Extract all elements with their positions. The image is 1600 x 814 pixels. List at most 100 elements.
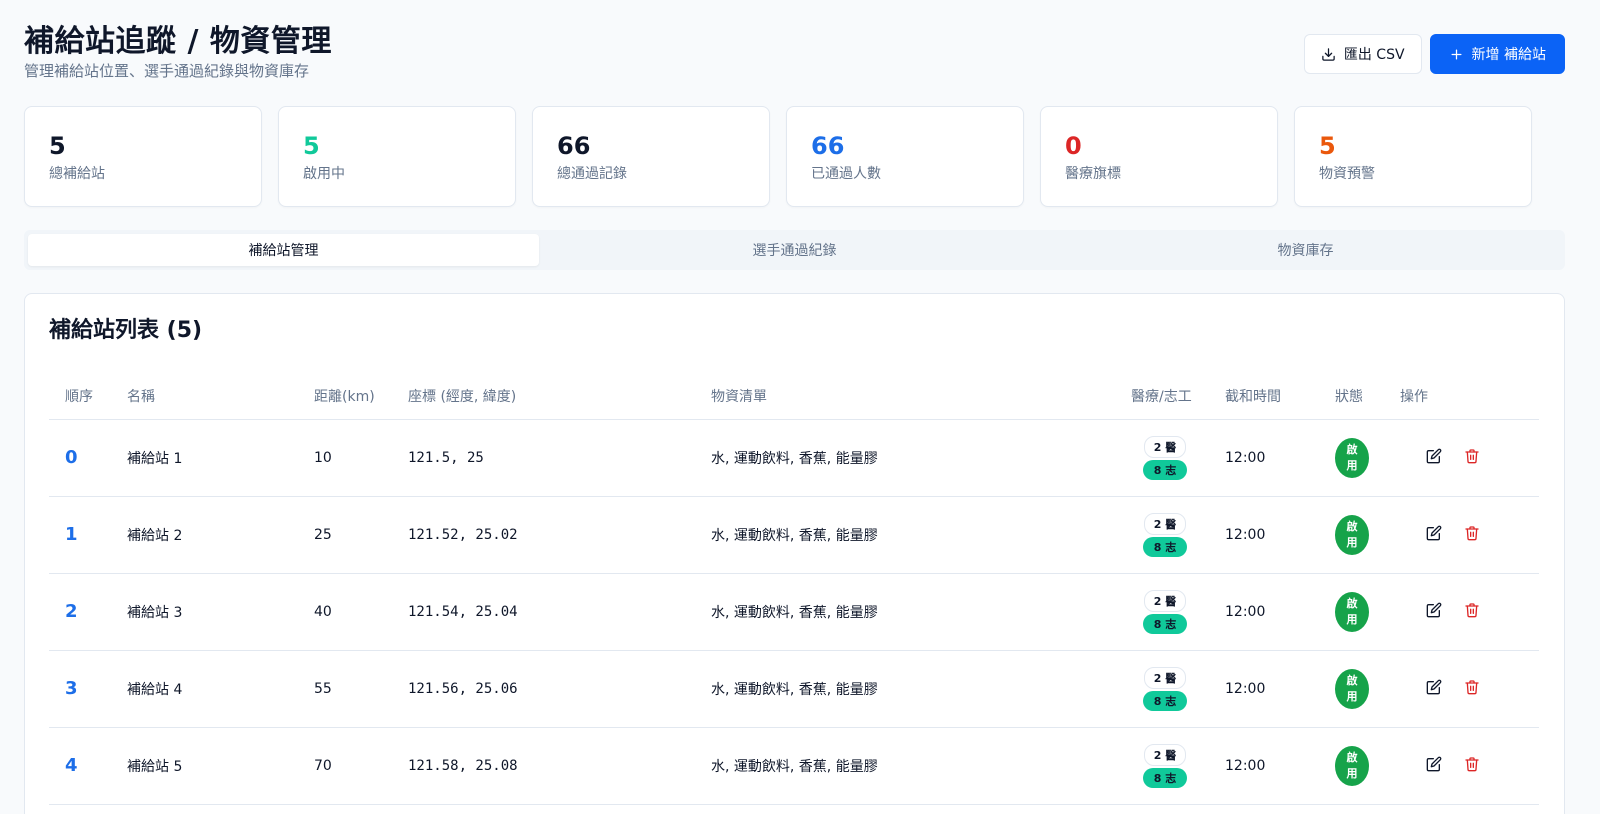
station-status-cell: 啟用 — [1335, 419, 1400, 497]
edit-button[interactable] — [1426, 525, 1442, 545]
station-status-cell: 啟用 — [1335, 496, 1400, 574]
station-cutoff: 12:00 — [1225, 496, 1335, 574]
table-header-row: 順序 名稱 距離(km) 座標 (經度, 緯度) 物資清單 醫療/志工 截和時間 狀態 操作 — [49, 373, 1539, 420]
row-actions — [1400, 756, 1539, 776]
tab-supply-inventory[interactable]: 物資庫存 — [1050, 234, 1561, 266]
medical-badge: 2 醫 — [1143, 666, 1187, 689]
plus-icon — [1451, 49, 1462, 59]
table-header-cell: 物資清單 — [711, 373, 1131, 420]
status-badge[interactable]: 啟用 — [1335, 668, 1369, 709]
station-actions — [1400, 496, 1539, 574]
station-supplies: 水, 運動飲料, 香蕉, 能量膠 — [711, 727, 1131, 805]
status-badge[interactable]: 啟用 — [1335, 437, 1369, 478]
station-staff: 2 醫 8 志 — [1131, 650, 1225, 728]
table-row: 1 補給站 2 25 121.52, 25.02 水, 運動飲料, 香蕉, 能量… — [49, 496, 1539, 574]
stat-card: 0 醫療旗標 — [1040, 106, 1278, 207]
stat-label: 總通過記錄 — [557, 166, 627, 182]
station-actions — [1400, 727, 1539, 805]
page-header: 補給站追蹤 / 物資管理 管理補給站位置、選手通過紀錄與物資庫存 匯出 CSV … — [24, 22, 1565, 106]
station-actions — [1400, 419, 1539, 497]
medical-badge: 2 醫 — [1143, 589, 1187, 612]
table-header-cell: 座標 (經度, 緯度) — [408, 373, 711, 420]
status-badge[interactable]: 啟用 — [1335, 514, 1369, 555]
station-staff: 2 醫 8 志 — [1131, 727, 1225, 805]
station-distance: 40 — [314, 573, 408, 651]
edit-icon[interactable] — [1426, 756, 1442, 772]
edit-button[interactable] — [1426, 679, 1442, 699]
staff-badges: 2 醫 8 志 — [1135, 666, 1195, 711]
edit-icon[interactable] — [1426, 525, 1442, 541]
station-coords: 121.52, 25.02 — [408, 496, 711, 574]
edit-button[interactable] — [1426, 756, 1442, 776]
row-actions — [1400, 448, 1539, 468]
medical-badge: 2 醫 — [1143, 435, 1187, 458]
table-header-cell: 狀態 — [1335, 373, 1400, 420]
table-header-cell: 操作 — [1400, 373, 1539, 420]
tab-runner-pass-records[interactable]: 選手通過紀錄 — [539, 234, 1050, 266]
station-staff: 2 醫 8 志 — [1131, 573, 1225, 651]
station-cutoff: 12:00 — [1225, 419, 1335, 497]
row-actions — [1400, 525, 1539, 545]
stat-card: 66 總通過記錄 — [532, 106, 770, 207]
row-actions — [1400, 602, 1539, 622]
table-header-cell: 順序 — [49, 373, 127, 420]
table-header-cell: 截和時間 — [1225, 373, 1335, 420]
station-order: 1 — [49, 496, 127, 574]
stat-card: 66 已通過人數 — [786, 106, 1024, 207]
station-cutoff: 12:00 — [1225, 650, 1335, 728]
stat-value: 5 — [49, 132, 66, 160]
status-badge[interactable]: 啟用 — [1335, 745, 1369, 786]
delete-button[interactable] — [1464, 602, 1480, 622]
station-staff: 2 醫 8 志 — [1131, 419, 1225, 497]
table-row: 2 補給站 3 40 121.54, 25.04 水, 運動飲料, 香蕉, 能量… — [49, 573, 1539, 651]
station-distance: 10 — [314, 419, 408, 497]
station-list-card: 補給站列表 (5) 順序 名稱 距離(km) 座標 (經度, 緯度) 物資清單 醫療/志工… — [24, 293, 1565, 814]
station-supplies: 水, 運動飲料, 香蕉, 能量膠 — [711, 496, 1131, 574]
add-station-label: 新增 補給站 — [1471, 47, 1546, 63]
edit-button[interactable] — [1426, 448, 1442, 468]
delete-button[interactable] — [1464, 679, 1480, 699]
edit-icon[interactable] — [1426, 448, 1442, 464]
stat-value: 66 — [557, 132, 591, 160]
trash-icon[interactable] — [1464, 525, 1480, 541]
volunteer-badge: 8 志 — [1142, 459, 1188, 480]
table-header-cell: 距離(km) — [314, 373, 408, 420]
medical-badge: 2 醫 — [1143, 512, 1187, 535]
trash-icon[interactable] — [1464, 448, 1480, 464]
edit-icon[interactable] — [1426, 602, 1442, 618]
table-row: 4 補給站 5 70 121.58, 25.08 水, 運動飲料, 香蕉, 能量… — [49, 727, 1539, 805]
trash-icon[interactable] — [1464, 602, 1480, 618]
header-actions: 匯出 CSV 新增 補給站 — [1303, 34, 1565, 74]
export-csv-button[interactable]: 匯出 CSV — [1303, 34, 1422, 74]
stat-label: 已通過人數 — [811, 166, 881, 182]
station-name: 補給站 5 — [127, 727, 314, 805]
station-name: 補給站 1 — [127, 419, 314, 497]
delete-button[interactable] — [1464, 448, 1480, 468]
download-icon — [1322, 47, 1335, 61]
edit-button[interactable] — [1426, 602, 1442, 622]
station-distance: 55 — [314, 650, 408, 728]
station-order: 3 — [49, 650, 127, 728]
stats-row: 5 總補給站 5 啟用中 66 總通過記錄 66 已通過人數 0 醫療旗標 5 物資預警 — [24, 106, 1565, 207]
stat-value: 66 — [811, 132, 845, 160]
table-header-cell: 醫療/志工 — [1131, 373, 1225, 420]
station-coords: 121.58, 25.08 — [408, 727, 711, 805]
stat-value: 0 — [1065, 132, 1082, 160]
delete-button[interactable] — [1464, 756, 1480, 776]
edit-icon[interactable] — [1426, 679, 1442, 695]
station-distance: 70 — [314, 727, 408, 805]
station-name: 補給站 2 — [127, 496, 314, 574]
trash-icon[interactable] — [1464, 679, 1480, 695]
trash-icon[interactable] — [1464, 756, 1480, 772]
delete-button[interactable] — [1464, 525, 1480, 545]
tab-station-management[interactable]: 補給站管理 — [28, 234, 539, 266]
status-badge[interactable]: 啟用 — [1335, 591, 1369, 632]
station-coords: 121.5, 25 — [408, 419, 711, 497]
station-actions — [1400, 650, 1539, 728]
staff-badges: 2 醫 8 志 — [1135, 435, 1195, 480]
add-station-button[interactable]: 新增 補給站 — [1429, 34, 1565, 74]
volunteer-badge: 8 志 — [1142, 690, 1188, 711]
stat-card: 5 啟用中 — [278, 106, 516, 207]
table-header-cell: 名稱 — [127, 373, 314, 420]
station-distance: 25 — [314, 496, 408, 574]
